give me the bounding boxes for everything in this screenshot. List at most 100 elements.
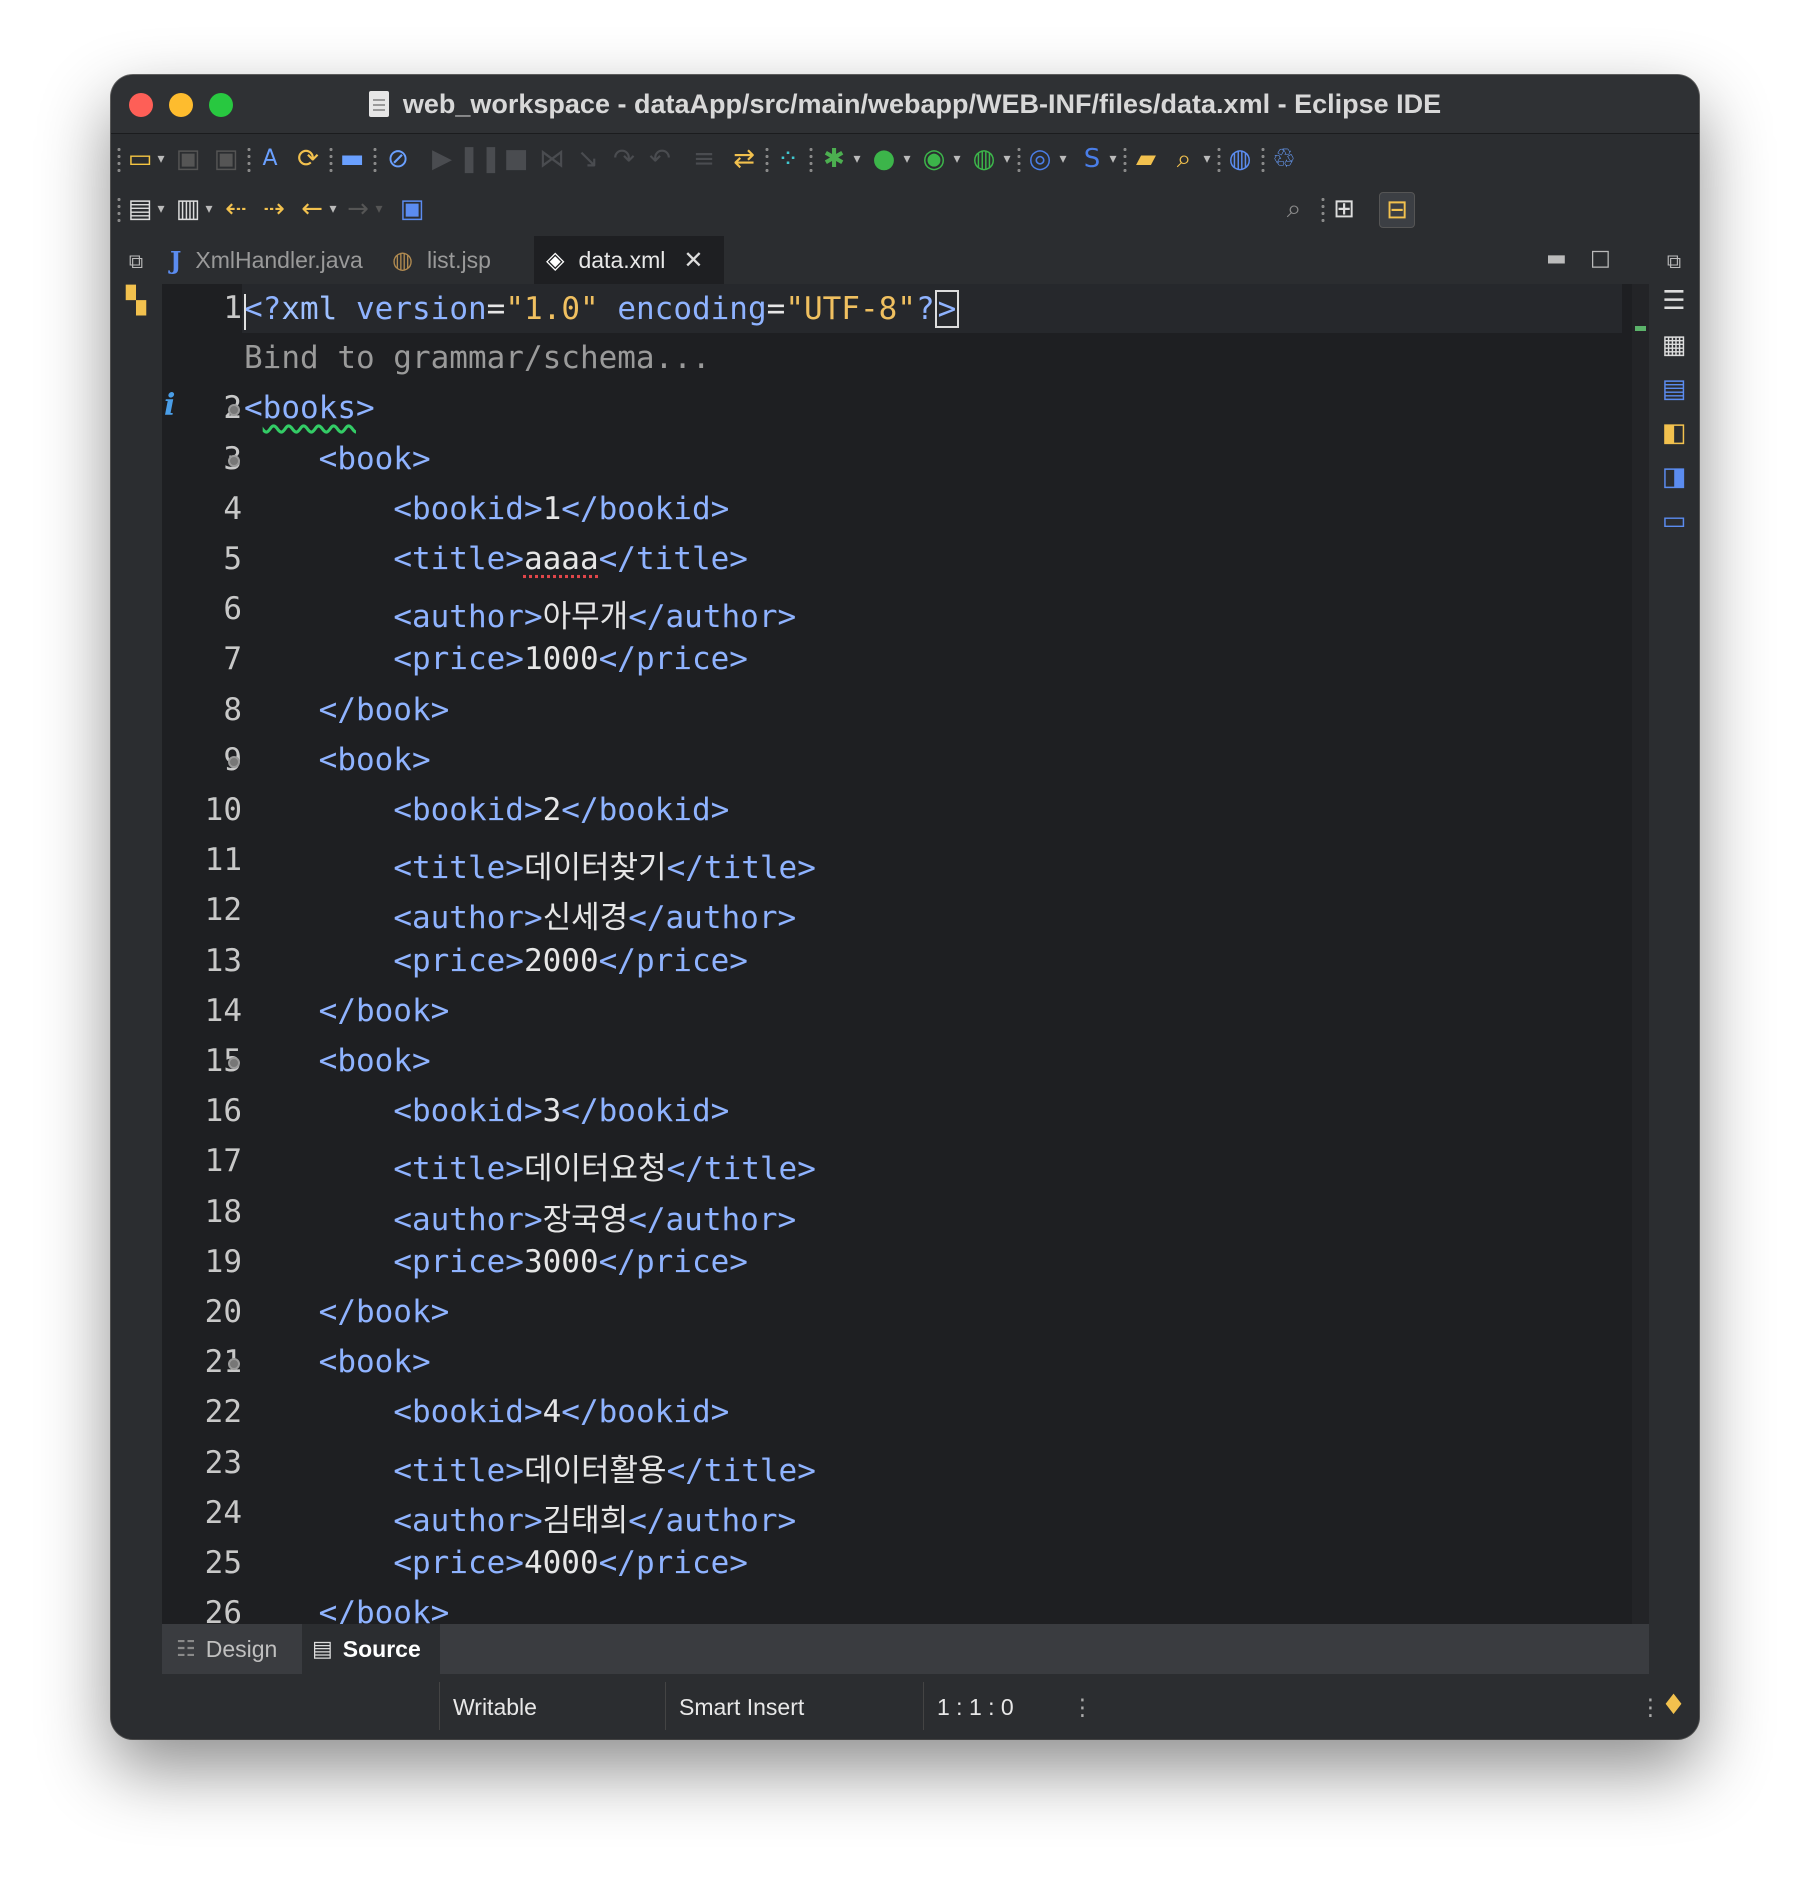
restore-icon[interactable]: ⧉ bbox=[1657, 244, 1691, 278]
open-type-icon[interactable]: ▰ bbox=[1131, 144, 1161, 174]
run-icon[interactable]: ● bbox=[869, 144, 899, 174]
forward-icon[interactable]: → bbox=[343, 194, 373, 224]
new-spring-dropdown-icon[interactable]: ▾ bbox=[1107, 144, 1119, 174]
connection-icon[interactable]: ⁘ bbox=[773, 144, 803, 174]
xml-source-editor[interactable]: 12i3456789101112131415161718192021222324… bbox=[162, 284, 1632, 1624]
resume-icon[interactable]: ▶ bbox=[427, 144, 457, 174]
annotation-dropdown-icon[interactable]: ▾ bbox=[155, 194, 167, 224]
use-step-filters-icon[interactable]: ⇄ bbox=[729, 144, 759, 174]
search-dropdown-icon[interactable]: ▾ bbox=[1201, 144, 1213, 174]
tab-design[interactable]: ☷ Design bbox=[170, 1624, 300, 1674]
toolbar-grip[interactable] bbox=[1017, 146, 1021, 172]
new-dropdown-icon[interactable]: ▾ bbox=[155, 144, 167, 174]
globe-icon[interactable]: ◍ bbox=[1225, 144, 1255, 174]
info-marker-icon[interactable]: i bbox=[164, 388, 175, 423]
boot-dashboard-icon[interactable]: ♲ bbox=[1269, 144, 1299, 174]
status-cursor-position[interactable]: 1 : 1 : 0 bbox=[937, 1694, 1014, 1721]
run-dropdown-icon[interactable]: ▾ bbox=[901, 144, 913, 174]
tab-source[interactable]: ▤ Source bbox=[302, 1624, 440, 1674]
save-icon[interactable]: ▣ bbox=[173, 144, 203, 174]
java-ee-perspective-icon[interactable]: ⊟ bbox=[1379, 192, 1415, 228]
coverage-dropdown-icon[interactable]: ▾ bbox=[951, 144, 963, 174]
data-source-explorer-icon[interactable]: ◧ bbox=[1657, 416, 1691, 450]
toolbar-grip[interactable] bbox=[809, 146, 813, 172]
search-icon[interactable]: ⌕ bbox=[1279, 194, 1309, 224]
external-tools-dropdown-icon[interactable]: ▾ bbox=[1001, 144, 1013, 174]
terminate-icon[interactable]: ■ bbox=[501, 144, 531, 174]
next-annotation-icon[interactable]: ⇢ bbox=[259, 194, 289, 224]
bookid-open: <bookid> bbox=[393, 490, 543, 527]
toolbar-grip[interactable] bbox=[117, 146, 121, 172]
step-return-icon[interactable]: ↶ bbox=[645, 144, 675, 174]
grammar-hint[interactable]: Bind to grammar/schema... bbox=[244, 340, 711, 376]
step-over-icon[interactable]: ↷ bbox=[609, 144, 639, 174]
tab-xmlhandler-java[interactable]: J XmlHandler.java bbox=[170, 236, 375, 284]
save-all-icon[interactable]: ▣ bbox=[211, 144, 241, 174]
drop-to-frame-icon[interactable]: ≡ bbox=[689, 144, 719, 174]
annotation-icon[interactable]: ▤ bbox=[125, 194, 155, 224]
new-icon[interactable]: ▭ bbox=[125, 144, 155, 174]
toolbar-grip[interactable] bbox=[1123, 146, 1127, 172]
toolbar-grip[interactable] bbox=[329, 146, 333, 172]
toolbar-grip[interactable] bbox=[1217, 146, 1221, 172]
search-icon[interactable]: ⌕ bbox=[1169, 144, 1199, 174]
forward-dropdown-icon[interactable]: ▾ bbox=[373, 194, 385, 224]
toolbar-grip[interactable] bbox=[247, 146, 251, 172]
pin-editor-icon[interactable]: ▣ bbox=[397, 194, 427, 224]
outline-icon[interactable]: ▦ bbox=[1657, 328, 1691, 362]
skip-breakpoints-icon[interactable]: ⊘ bbox=[383, 144, 413, 174]
bookid-value: 1 bbox=[542, 490, 562, 527]
bookid-value: 3 bbox=[542, 1093, 562, 1130]
fold-toggle-icon[interactable] bbox=[228, 755, 240, 768]
line-number: 16 bbox=[162, 1093, 242, 1129]
status-menu-icon[interactable]: ⋮ bbox=[1071, 1694, 1094, 1721]
tab-list-jsp[interactable]: ◍ list.jsp bbox=[388, 236, 518, 284]
web-service-icon[interactable]: ◎ bbox=[1025, 144, 1055, 174]
toolbar-grip[interactable] bbox=[373, 146, 377, 172]
format-dropdown-icon[interactable]: ▾ bbox=[203, 194, 215, 224]
debug-dropdown-icon[interactable]: ▾ bbox=[851, 144, 863, 174]
coverage-icon[interactable]: ◉ bbox=[919, 144, 949, 174]
back-icon[interactable]: ← bbox=[297, 194, 327, 224]
status-grip-icon[interactable]: ⋮ bbox=[1639, 1694, 1662, 1721]
toolbar-grip[interactable] bbox=[1261, 146, 1265, 172]
disconnect-icon[interactable]: ⋈ bbox=[537, 144, 567, 174]
status-insert-mode[interactable]: Smart Insert bbox=[679, 1694, 804, 1721]
format-icon[interactable]: ▥ bbox=[173, 194, 203, 224]
toolbar-grip[interactable] bbox=[765, 146, 769, 172]
overview-ruler[interactable] bbox=[1632, 284, 1649, 1624]
matching-bracket: > bbox=[934, 290, 960, 328]
toolbar-grip[interactable] bbox=[1321, 196, 1325, 222]
maximize-editor-icon[interactable]: □ bbox=[1590, 246, 1611, 271]
tab-data-xml[interactable]: ◈ data.xml ✕ bbox=[534, 236, 724, 284]
back-dropdown-icon[interactable]: ▾ bbox=[327, 194, 339, 224]
monitor-icon[interactable]: ▬ bbox=[337, 144, 367, 174]
suspend-icon[interactable]: ❚❚ bbox=[458, 144, 502, 174]
line-number-text: 12 bbox=[204, 892, 242, 929]
close-tab-icon[interactable]: ✕ bbox=[683, 246, 703, 274]
task-list-icon[interactable]: ☰ bbox=[1657, 284, 1691, 318]
external-tools-icon[interactable]: ◍ bbox=[969, 144, 999, 174]
spell-check-icon[interactable]: A bbox=[255, 144, 285, 174]
tag-bracket: < bbox=[244, 390, 263, 427]
open-perspective-icon[interactable]: ⊞ bbox=[1329, 194, 1359, 224]
bookmarks-icon[interactable]: ◨ bbox=[1657, 460, 1691, 494]
new-spring-icon[interactable]: S bbox=[1077, 144, 1107, 174]
package-explorer-icon[interactable]: ▚ bbox=[119, 284, 153, 318]
fold-toggle-icon[interactable] bbox=[228, 454, 240, 467]
tip-lightbulb-icon[interactable]: ♦ bbox=[1661, 1688, 1686, 1721]
servers-icon[interactable]: ▤ bbox=[1657, 372, 1691, 406]
sync-icon[interactable]: ⟳ bbox=[293, 144, 323, 174]
fold-toggle-icon[interactable] bbox=[228, 1057, 240, 1069]
window-title-wrap: web_workspace - dataApp/src/main/webapp/… bbox=[111, 75, 1699, 133]
web-service-dropdown-icon[interactable]: ▾ bbox=[1057, 144, 1069, 174]
minimize-editor-icon[interactable]: ▬ bbox=[1546, 246, 1567, 271]
console-icon[interactable]: ▭ bbox=[1657, 504, 1691, 538]
last-edit-icon[interactable]: ⇠ bbox=[221, 194, 251, 224]
toolbar-grip[interactable] bbox=[117, 196, 121, 222]
restore-icon[interactable]: ⧉ bbox=[119, 244, 153, 278]
debug-icon[interactable]: ✱ bbox=[819, 144, 849, 174]
step-into-icon[interactable]: ↘ bbox=[573, 144, 603, 174]
overview-marker[interactable] bbox=[1635, 326, 1646, 331]
